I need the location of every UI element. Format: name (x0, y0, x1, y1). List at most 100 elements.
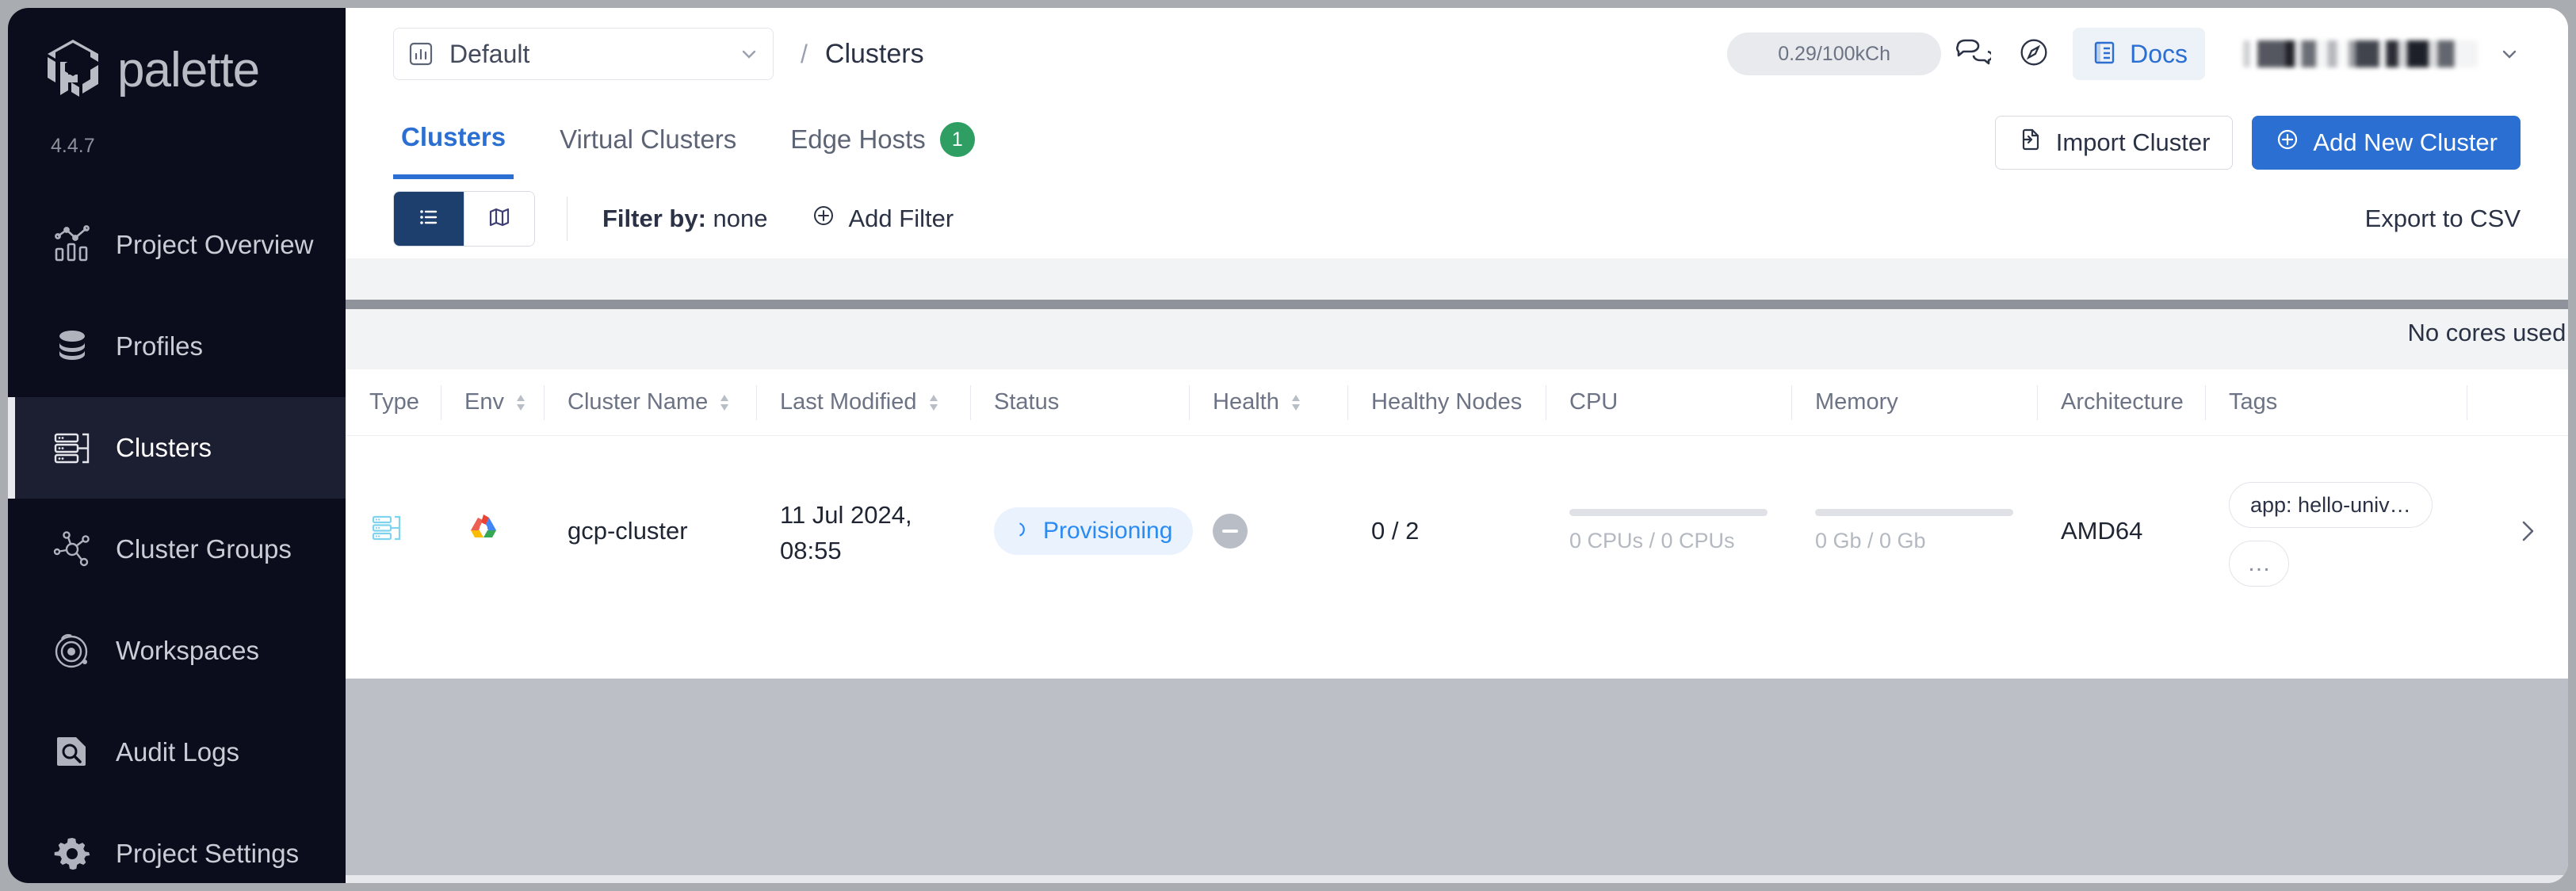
cell-memory: 0 Gb / 0 Gb (1791, 436, 2037, 626)
cell-type (346, 436, 441, 626)
credits-badge[interactable]: 0.29/100kCh (1727, 33, 1941, 75)
breadcrumb-separator: / (801, 40, 808, 69)
sort-icon[interactable] (925, 390, 942, 415)
cell-health (1189, 436, 1347, 626)
cluster-actions: Import Cluster Add New Cluster (1995, 116, 2521, 170)
main-panel: Default / Clusters 0.29/100kCh (346, 8, 2568, 883)
column-header-env[interactable]: Env (441, 369, 544, 436)
sidebar-item-profiles[interactable]: Profiles (8, 296, 346, 397)
page-background (346, 679, 2568, 883)
column-header-cluster-name[interactable]: Cluster Name (544, 369, 756, 436)
top-bar: Default / Clusters 0.29/100kCh (346, 8, 2568, 100)
column-header-health[interactable]: Health (1189, 369, 1347, 436)
app-version: 4.4.7 (51, 135, 95, 158)
chart-bars-icon (51, 224, 94, 266)
column-header-status: Status (970, 369, 1189, 436)
list-icon (416, 205, 441, 234)
user-menu[interactable] (2243, 40, 2521, 67)
sidebar-item-label: Project Settings (116, 839, 299, 869)
cell-tags: app: hello-univ… … (2205, 436, 2467, 626)
book-icon (2090, 38, 2119, 71)
column-label: CPU (1569, 389, 1618, 415)
server-rack-icon (369, 511, 404, 552)
no-cores-message: No cores used. (2408, 319, 2569, 347)
sort-icon[interactable] (512, 390, 529, 415)
sidebar-item-label: Audit Logs (116, 737, 239, 767)
column-label: Type (369, 389, 419, 415)
add-filter-button[interactable]: Add Filter (797, 192, 969, 246)
chat-button[interactable] (1941, 23, 2003, 85)
app-window: palette 4.4.7 Project Overview (0, 0, 2576, 891)
sidebar-item-label: Workspaces (116, 636, 259, 666)
filter-by-label: Filter by: (602, 205, 706, 232)
tag-chip[interactable]: app: hello-univ… (2229, 482, 2433, 528)
sidebar-item-clusters[interactable]: Clusters (8, 397, 346, 499)
toolbar-divider (567, 197, 568, 241)
sort-icon[interactable] (1287, 390, 1305, 415)
cores-strip-divider (346, 300, 2568, 309)
row-expand-chevron-icon[interactable] (2514, 518, 2541, 545)
breadcrumb-current: Clusters (825, 39, 924, 70)
cell-cpu: 0 CPUs / 0 CPUs (1546, 436, 1791, 626)
sidebar-item-project-overview[interactable]: Project Overview (8, 194, 346, 296)
column-label: Cluster Name (568, 389, 708, 415)
tab-edge-hosts[interactable]: Edge Hosts 1 (782, 100, 983, 179)
nodes-graph-icon (51, 528, 94, 571)
memory-usage-label: 0 Gb / 0 Gb (1815, 529, 2037, 553)
export-to-csv-button[interactable]: Export to CSV (2365, 205, 2521, 233)
tab-badge-count: 1 (940, 122, 975, 157)
tab-virtual-clusters[interactable]: Virtual Clusters (552, 100, 744, 179)
user-name-redacted (2243, 40, 2478, 67)
docs-button[interactable]: Docs (2073, 28, 2205, 80)
import-cluster-button[interactable]: Import Cluster (1995, 116, 2234, 170)
sidebar: palette 4.4.7 Project Overview (8, 8, 346, 883)
sidebar-item-project-settings[interactable]: Project Settings (8, 803, 346, 883)
table-row[interactable]: gcp-cluster 11 Jul 2024, 08:55 Provision… (346, 436, 2568, 626)
compass-icon (2016, 34, 2052, 75)
column-header-actions (2467, 369, 2562, 436)
column-label: Health (1213, 389, 1279, 415)
column-label: Status (994, 389, 1059, 415)
tab-label: Clusters (401, 122, 506, 152)
column-header-type: Type (346, 369, 441, 436)
map-view-button[interactable] (464, 192, 534, 246)
import-file-icon (2018, 127, 2043, 159)
layers-stack-icon (51, 325, 94, 368)
column-header-cpu: CPU (1546, 369, 1791, 436)
explore-button[interactable] (2003, 23, 2065, 85)
add-new-cluster-label: Add New Cluster (2313, 128, 2498, 157)
chevron-down-icon (738, 43, 760, 65)
sidebar-item-workspaces[interactable]: Workspaces (8, 600, 346, 702)
tabs-bar: Clusters Virtual Clusters Edge Hosts 1 (346, 100, 2568, 179)
gcp-icon (464, 509, 503, 553)
health-none-icon (1213, 514, 1248, 549)
column-header-healthy-nodes: Healthy Nodes (1347, 369, 1546, 436)
project-selector-value: Default (449, 40, 738, 69)
brand-logo[interactable]: palette (43, 38, 259, 101)
cell-status: Provisioning (970, 436, 1189, 626)
tab-list: Clusters Virtual Clusters Edge Hosts 1 (393, 100, 1021, 179)
column-label: Last Modified (780, 389, 917, 415)
provisioning-spinner-icon (1015, 518, 1032, 545)
sidebar-item-audit-logs[interactable]: Audit Logs (8, 702, 346, 803)
horizontal-scrollbar[interactable] (346, 875, 2568, 883)
tag-overflow-chip[interactable]: … (2229, 541, 2289, 587)
docs-label: Docs (2130, 40, 2188, 69)
column-header-last-modified[interactable]: Last Modified (756, 369, 970, 436)
filter-toolbar: Filter by: none Add Filter Export to CSV (346, 179, 2568, 258)
project-selector[interactable]: Default (393, 28, 774, 80)
add-new-cluster-button[interactable]: Add New Cluster (2252, 116, 2521, 170)
cpu-usage-bar (1569, 509, 1768, 516)
tab-label: Virtual Clusters (560, 124, 736, 155)
cell-env (441, 436, 544, 626)
cores-usage-strip: No cores used. (346, 258, 2568, 369)
cell-architecture: AMD64 (2037, 436, 2205, 626)
sidebar-item-cluster-groups[interactable]: Cluster Groups (8, 499, 346, 600)
sort-icon[interactable] (716, 390, 733, 415)
cell-cluster-name[interactable]: gcp-cluster (544, 436, 756, 626)
clusters-table: Type Env Cluster Name (346, 369, 2568, 679)
plus-circle-icon (811, 203, 836, 235)
list-view-button[interactable] (394, 192, 464, 246)
tab-clusters[interactable]: Clusters (393, 100, 514, 179)
add-filter-label: Add Filter (849, 205, 954, 233)
